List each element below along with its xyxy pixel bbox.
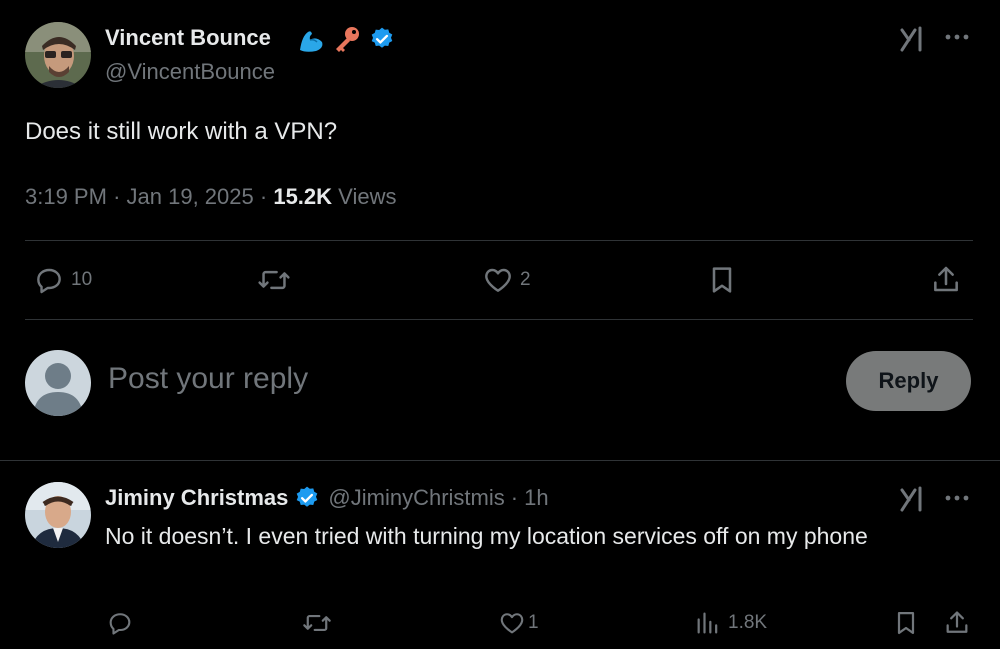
grok-icon[interactable]: [898, 24, 928, 54]
reply-header: Jiminy Christmas @JiminyChristmis · 1h: [105, 485, 549, 511]
reply-icon: [106, 609, 134, 637]
share-action-button[interactable]: [943, 609, 971, 637]
tweet-date[interactable]: Jan 19, 2025: [127, 184, 254, 209]
like-count: 1: [528, 612, 539, 633]
analytics-icon: [694, 609, 722, 637]
heart-icon: [482, 264, 514, 296]
verified-badge-icon: [369, 26, 395, 52]
share-action-button[interactable]: [930, 264, 962, 296]
share-icon: [930, 264, 962, 296]
tweet-meta: 3:19 PM · Jan 19, 2025 · 15.2K Views: [25, 184, 396, 210]
tweet-time[interactable]: 3:19 PM: [25, 184, 107, 209]
share-icon: [943, 609, 971, 637]
views-action-button[interactable]: 1.8K: [694, 609, 767, 637]
heart-icon: [498, 609, 526, 637]
grok-icon[interactable]: [898, 484, 928, 514]
bookmark-icon: [892, 609, 920, 637]
author-handle[interactable]: @VincentBounce: [105, 59, 275, 85]
more-options-icon[interactable]: [944, 493, 970, 503]
divider: [0, 460, 1000, 461]
tweet-text: Does it still work with a VPN?: [25, 118, 338, 145]
reply-count: 10: [71, 269, 93, 290]
meta-separator: ·: [259, 184, 274, 209]
reply-icon: [33, 264, 65, 296]
reply-action-button[interactable]: [106, 609, 140, 637]
reply-author-name[interactable]: Jiminy Christmas: [105, 485, 288, 511]
author-name[interactable]: Vincent Bounce: [105, 25, 271, 51]
bookmark-icon: [706, 264, 738, 296]
views-count: 1.8K: [728, 612, 768, 633]
reply-author-handle[interactable]: @JiminyChristmis: [328, 485, 504, 511]
divider: [25, 319, 973, 320]
retweet-action-button[interactable]: [257, 264, 297, 296]
reply-age[interactable]: 1h: [524, 485, 548, 511]
reply-action-button[interactable]: 10: [33, 264, 92, 296]
verified-badge-icon: [294, 485, 320, 511]
like-action-button[interactable]: 1: [498, 609, 539, 637]
divider: [25, 240, 973, 241]
meta-separator: ·: [113, 184, 127, 209]
current-user-avatar[interactable]: [25, 350, 91, 416]
like-count: 2: [520, 269, 531, 290]
reply-input[interactable]: Post your reply: [108, 362, 308, 396]
flexed-biceps-icon: [296, 26, 326, 54]
views-count: 15.2K: [273, 184, 333, 209]
retweet-icon: [257, 264, 291, 296]
bookmark-action-button[interactable]: [706, 264, 738, 296]
reply-author-avatar[interactable]: [25, 482, 91, 548]
like-action-button[interactable]: 2: [482, 264, 531, 296]
reply-text: No it doesn’t. I even tried with turning…: [105, 523, 868, 549]
author-avatar[interactable]: [25, 22, 91, 88]
meta-separator: ·: [510, 485, 519, 510]
reply-button[interactable]: Reply: [846, 351, 971, 411]
views-label: Views: [338, 184, 397, 209]
retweet-action-button[interactable]: [302, 609, 338, 637]
bookmark-action-button[interactable]: [892, 609, 920, 637]
more-options-icon[interactable]: [944, 32, 970, 42]
key-icon: [332, 24, 362, 54]
retweet-icon: [302, 609, 332, 637]
